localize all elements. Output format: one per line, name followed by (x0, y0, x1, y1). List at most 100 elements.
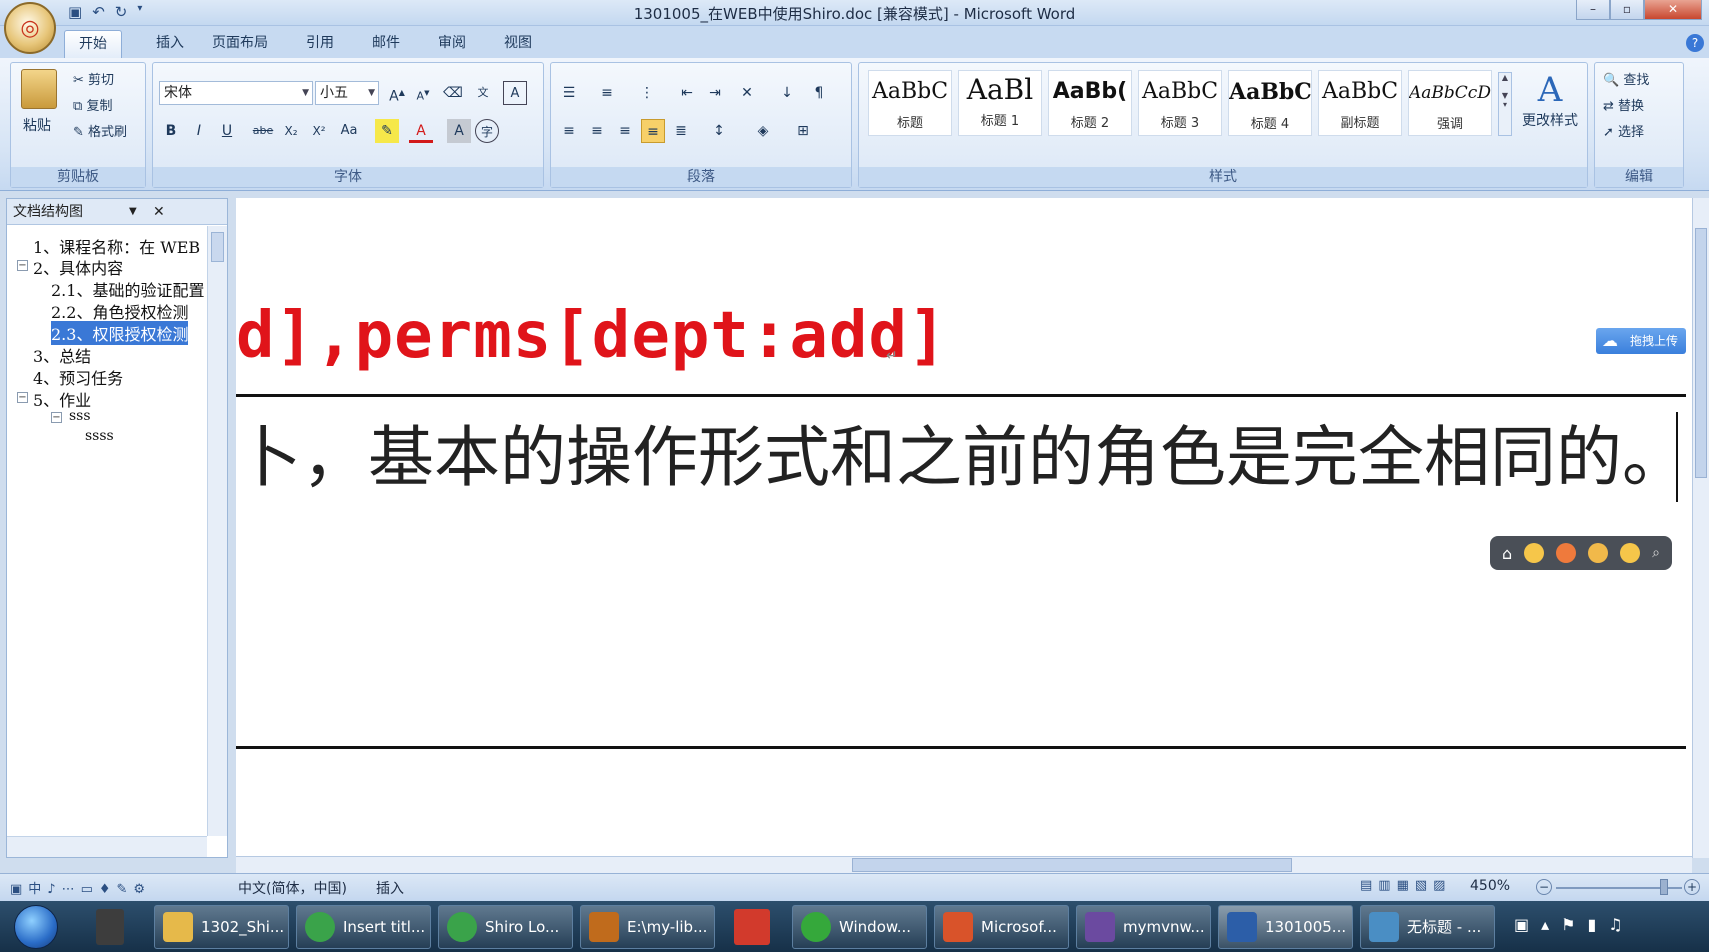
customize-icon[interactable]: ▾ (137, 3, 142, 23)
collapse-icon[interactable]: − (17, 392, 28, 403)
taskbar-item-active[interactable]: 1301005... (1218, 905, 1353, 949)
undo-icon[interactable]: ↶ (92, 3, 105, 23)
nav-item[interactable]: 2.2、角色授权检测 (51, 299, 188, 323)
help-icon[interactable]: ? (1686, 34, 1704, 52)
subscript-button[interactable]: X₂ (279, 119, 303, 143)
tab-review[interactable]: 审阅 (424, 30, 480, 58)
save-icon[interactable]: ▣ (68, 3, 82, 23)
document-page[interactable]: d],perms[dept:add] ↵ 卜，基本的操作形式和之前的角色是完全相… (236, 198, 1692, 858)
tab-home[interactable]: 开始 (64, 30, 122, 58)
nav-item-selected[interactable]: 2.3、权限授权检测 (51, 321, 189, 345)
chevron-down-icon[interactable]: ▼ (129, 199, 137, 225)
tab-page-layout[interactable]: 页面布局 (198, 30, 282, 58)
borders-icon[interactable]: ⊞ (791, 119, 815, 143)
close-icon[interactable]: ✕ (153, 199, 165, 225)
nav-item[interactable]: 4、预习任务 (33, 365, 123, 389)
align-left-icon[interactable]: ≡ (557, 119, 581, 143)
cut-button[interactable]: ✂ 剪切 (73, 69, 114, 88)
styles-scroll[interactable]: ▲ ▼ ▾ (1498, 72, 1512, 136)
tab-insert[interactable]: 插入 (142, 30, 198, 58)
style-heading-1[interactable]: AaBl 标题 1 (958, 70, 1042, 136)
multilevel-list-icon[interactable]: ⋮ (635, 81, 659, 105)
align-center-icon[interactable]: ≡ (585, 119, 609, 143)
nav-item[interactable]: 2、具体内容 (33, 255, 123, 279)
numbering-icon[interactable]: ≡ (595, 81, 619, 105)
zoom-level[interactable]: 450% (1470, 878, 1510, 894)
horizontal-scroll-thumb[interactable] (852, 858, 1292, 872)
sad-emoji-icon[interactable] (1588, 543, 1609, 563)
zoom-slider-thumb[interactable] (1660, 879, 1668, 895)
vertical-scrollbar[interactable] (1692, 198, 1709, 858)
redo-icon[interactable]: ↻ (115, 3, 128, 23)
tab-references[interactable]: 引用 (292, 30, 348, 58)
taskbar-item[interactable]: Window... (792, 905, 927, 949)
home-icon[interactable]: ⌂ (1502, 544, 1512, 563)
nav-scrollbar[interactable] (207, 226, 227, 836)
show-marks-icon[interactable]: ¶ (807, 81, 831, 105)
angry-emoji-icon[interactable] (1556, 543, 1577, 563)
pinned-pdf-icon[interactable] (734, 909, 770, 945)
clear-format-icon[interactable]: ⌫ (441, 81, 465, 105)
shading-icon[interactable]: ◈ (751, 119, 775, 143)
nav-item[interactable]: 3、总结 (33, 343, 91, 367)
search-icon[interactable]: ⌕ (1652, 545, 1660, 561)
pinned-app-icon[interactable] (96, 909, 124, 945)
phonetic-guide-icon[interactable]: 文 (471, 81, 495, 105)
taskbar-item[interactable]: Insert titl... (296, 905, 431, 949)
tongue-emoji-icon[interactable] (1620, 543, 1641, 563)
strikethrough-button[interactable]: abe (251, 119, 275, 143)
nav-item[interactable]: 2.1、基础的验证配置 (51, 277, 204, 301)
nav-hscrollbar[interactable] (7, 836, 207, 857)
distributed-icon[interactable]: ≣ (669, 119, 693, 143)
office-button[interactable]: ◎ (4, 2, 56, 54)
paste-button[interactable]: 粘贴 (23, 115, 51, 135)
collapse-icon[interactable]: − (17, 260, 28, 271)
change-case-button[interactable]: Aa (337, 119, 361, 143)
align-right-icon[interactable]: ≡ (613, 119, 637, 143)
format-painter-button[interactable]: ✎ 格式刷 (73, 121, 127, 140)
maximize-button[interactable]: ▫ (1610, 0, 1644, 20)
decrease-indent-icon[interactable]: ⇤ (675, 81, 699, 105)
chinese-layout-icon[interactable]: ✕ (735, 81, 759, 105)
zoom-in-icon[interactable]: + (1684, 879, 1700, 895)
taskbar-item[interactable]: Shiro Lo... (438, 905, 573, 949)
close-button[interactable]: ✕ (1644, 0, 1702, 20)
char-border-icon[interactable]: A (503, 81, 527, 105)
drag-upload-button[interactable]: ☁ 拖拽上传 (1596, 328, 1686, 354)
style-emphasis[interactable]: AaBbCcD 强调 (1408, 70, 1492, 136)
taskbar-item[interactable]: mymvnw... (1076, 905, 1211, 949)
smile-emoji-icon[interactable] (1524, 543, 1545, 563)
bold-button[interactable]: B (159, 119, 183, 143)
style-title[interactable]: AaBbC 标题 (868, 70, 952, 136)
style-heading-3[interactable]: AaBbC 标题 3 (1138, 70, 1222, 136)
insert-mode-indicator[interactable]: 插入 (376, 878, 404, 898)
taskbar-item[interactable]: 无标题 - ... (1360, 905, 1495, 949)
find-button[interactable]: 🔍 查找 (1603, 69, 1649, 88)
language-indicator[interactable]: 中文(简体，中国) (238, 878, 347, 898)
view-buttons[interactable]: ▤▥▦▧▨ (1360, 878, 1451, 893)
grow-font-button[interactable]: A▲ (385, 81, 409, 105)
minimize-button[interactable]: – (1576, 0, 1610, 20)
select-button[interactable]: ➚ 选择 (1603, 121, 1644, 140)
taskbar-item[interactable]: Microsof... (934, 905, 1069, 949)
bullets-icon[interactable]: ☰ (557, 81, 581, 105)
font-color-button[interactable]: A (409, 119, 433, 143)
char-shading-button[interactable]: A (447, 119, 471, 143)
highlight-icon[interactable]: ✎ (375, 119, 399, 143)
font-size-select[interactable]: 小五 ▼ (315, 81, 379, 105)
system-tray[interactable]: ▣▴⚑▮♫ (1514, 915, 1635, 934)
font-name-select[interactable]: 宋体 ▼ (159, 81, 313, 105)
underline-button[interactable]: U (215, 119, 239, 143)
sort-icon[interactable]: ↓ (775, 81, 799, 105)
italic-button[interactable]: I (187, 119, 211, 143)
superscript-button[interactable]: X² (307, 119, 331, 143)
collapse-icon[interactable]: − (51, 412, 62, 423)
line-spacing-icon[interactable]: ↕ (707, 119, 731, 143)
nav-item[interactable]: sss (69, 408, 91, 424)
copy-button[interactable]: ⧉ 复制 (73, 95, 112, 114)
taskbar-item[interactable]: 1302_Shi... (154, 905, 289, 949)
horizontal-scrollbar[interactable] (236, 856, 1692, 873)
change-styles-button[interactable]: A 更改样式 (1516, 70, 1584, 130)
justify-icon[interactable]: ≡ (641, 119, 665, 143)
status-toolbar-icons[interactable]: ▣中♪⋯▭♦✎⚙ (10, 878, 151, 897)
